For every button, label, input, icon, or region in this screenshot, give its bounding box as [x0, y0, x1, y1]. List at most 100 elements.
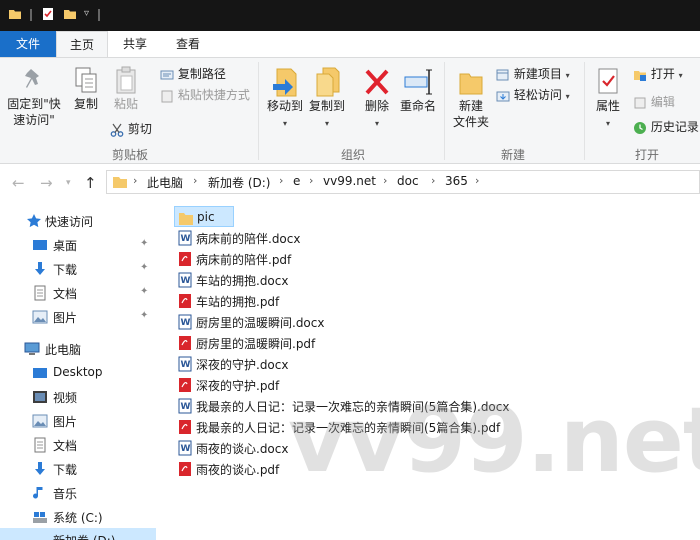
tab-file[interactable]: 文件	[0, 31, 56, 57]
word-file-icon: W	[178, 356, 192, 372]
title-separator	[30, 9, 32, 21]
folder-icon[interactable]	[8, 7, 22, 21]
document-icon	[34, 285, 46, 301]
nav-pc-documents[interactable]: 文档	[0, 433, 156, 457]
breadcrumb-365[interactable]: 365	[445, 174, 468, 188]
file-name: 厨房里的温暖瞬间.docx	[196, 316, 325, 330]
nav-drive-d[interactable]: 新加卷 (D:)	[0, 528, 156, 540]
new-item-button[interactable]: 新建项目 ▾	[496, 66, 570, 84]
breadcrumb-chevron-icon[interactable]: ›	[309, 174, 313, 187]
nav-downloads[interactable]: 下载 ✦	[0, 257, 156, 281]
file-list: pic W 病床前的陪伴.docx 病床前的陪伴.pdf W 车站的拥抱.docx 车站的拥…	[156, 199, 700, 540]
file-name: 我最亲的人日记：记录一次难忘的亲情瞬间(5篇合集).pdf	[196, 421, 501, 435]
new-folder-label-2: 文件夹	[452, 115, 489, 129]
nav-pc-videos[interactable]: 视频	[0, 385, 156, 409]
nav-label: 图片	[53, 415, 78, 429]
copy-path-icon	[160, 70, 174, 79]
file-name: 雨夜的谈心.pdf	[196, 463, 280, 477]
move-to-button[interactable]: 移动到 ▾	[264, 66, 306, 132]
delete-button[interactable]: 删除 ▾	[360, 66, 394, 132]
clipboard-group-label: 剪贴板	[111, 148, 148, 162]
properties-icon[interactable]	[41, 7, 55, 21]
rename-button[interactable]: 重命名	[398, 66, 438, 114]
address-bar[interactable]: › 此电脑 › 新加卷 (D:) › e › vv99.net › doc › …	[106, 170, 700, 194]
breadcrumb-e[interactable]: e	[293, 174, 300, 188]
file-name: 我最亲的人日记：记录一次难忘的亲情瞬间(5篇合集).docx	[196, 400, 510, 414]
file-name: pic	[197, 210, 215, 224]
rename-label: 重命名	[399, 99, 436, 113]
tab-view[interactable]: 查看	[163, 31, 213, 57]
open-button[interactable]: 打开 ▾	[633, 66, 683, 84]
tab-share[interactable]: 共享	[110, 31, 160, 57]
pdf-file-icon	[179, 462, 191, 476]
tab-home[interactable]: 主页	[56, 31, 108, 57]
pin-to-quick-access-button[interactable]: 固定到"快 速访问"	[4, 66, 64, 128]
up-arrow-icon[interactable]: ↑	[84, 174, 97, 192]
nav-pc-downloads[interactable]: 下载	[0, 457, 156, 481]
breadcrumb-doc[interactable]: doc	[397, 174, 419, 188]
breadcrumb-chevron-icon[interactable]: ›	[475, 174, 479, 187]
file-name: 车站的拥抱.pdf	[196, 295, 280, 309]
breadcrumb-chevron-icon[interactable]: ›	[133, 174, 137, 187]
pin-label-2: 速访问"	[13, 113, 55, 127]
nav-label: 文档	[53, 439, 78, 453]
nav-documents[interactable]: 文档 ✦	[0, 281, 156, 305]
nav-desktop[interactable]: 桌面 ✦	[0, 233, 156, 257]
paste-shortcut-icon	[161, 90, 173, 102]
breadcrumb-chevron-icon[interactable]: ›	[383, 174, 387, 187]
breadcrumb-chevron-icon[interactable]: ›	[279, 174, 283, 187]
delete-label: 删除	[364, 99, 389, 113]
easy-access-icon	[496, 91, 510, 101]
computer-icon	[24, 342, 40, 355]
back-arrow-icon[interactable]: ←	[12, 174, 25, 192]
word-file-icon: W	[178, 272, 192, 288]
paste-button[interactable]: 粘贴	[106, 66, 146, 112]
nav-pc-music[interactable]: 音乐	[0, 481, 156, 505]
copy-button[interactable]: 复制	[66, 66, 106, 112]
desktop-icon	[33, 368, 47, 378]
nav-pictures[interactable]: 图片 ✦	[0, 305, 156, 329]
copy-path-button[interactable]: 复制路径	[160, 66, 226, 82]
nav-quick-access[interactable]: 快速访问	[0, 209, 156, 233]
breadcrumb-this-pc[interactable]: 此电脑	[147, 174, 183, 191]
new-item-label: 新建项目	[513, 67, 562, 81]
nav-pc-pictures[interactable]: 图片	[0, 409, 156, 433]
edit-button[interactable]: 编辑	[633, 94, 675, 110]
nav-label: 下载	[53, 463, 78, 477]
nav-label: 此电脑	[45, 343, 82, 357]
pdf-file-icon	[179, 294, 191, 308]
breadcrumb-vv99[interactable]: vv99.net	[323, 174, 376, 188]
new-folder-icon[interactable]	[63, 7, 77, 21]
history-button[interactable]: 历史记录	[633, 119, 699, 135]
pin-icon	[25, 69, 39, 88]
folder-item[interactable]: pic	[174, 206, 234, 227]
title-bar: ▿	[0, 0, 700, 31]
new-folder-button[interactable]: 新建 文件夹	[450, 66, 492, 130]
svg-text:W: W	[181, 360, 191, 370]
breadcrumb-chevron-icon[interactable]: ›	[431, 174, 435, 187]
breadcrumb-chevron-icon[interactable]: ›	[193, 174, 197, 187]
chevron-down-icon: ▾	[282, 119, 287, 128]
document-icon	[34, 437, 46, 453]
nav-this-pc[interactable]: 此电脑	[0, 337, 156, 361]
nav-drive-c[interactable]: 系统 (C:)	[0, 505, 156, 529]
copy-label: 复制	[73, 97, 98, 111]
file-name: 车站的拥抱.docx	[196, 274, 289, 288]
ribbon-tabs: 文件 主页 共享 查看	[0, 31, 700, 57]
cut-button[interactable]: 剪切	[110, 121, 152, 137]
breadcrumb-drive-d[interactable]: 新加卷 (D:)	[208, 174, 270, 191]
copy-to-button[interactable]: 复制到 ▾	[306, 66, 348, 132]
nav-label: 文档	[53, 287, 78, 301]
paste-shortcut-button[interactable]: 粘贴快捷方式	[160, 87, 250, 103]
history-icon	[634, 121, 646, 134]
nav-pc-desktop[interactable]: Desktop	[0, 361, 156, 385]
ribbon: 固定到"快 速访问" 复制 粘贴 复制路径 粘贴快捷方式 剪切 剪贴板 移动到 …	[0, 57, 700, 164]
forward-arrow-icon[interactable]: →	[40, 174, 53, 192]
properties-button[interactable]: 属性 ▾	[588, 66, 628, 132]
easy-access-button[interactable]: 轻松访问 ▾	[496, 87, 570, 105]
svg-text:W: W	[181, 444, 191, 454]
customize-dropdown-icon[interactable]: ▿	[84, 8, 89, 19]
pdf-file-icon	[179, 252, 191, 266]
recent-locations-icon[interactable]: ▾	[66, 178, 71, 188]
svg-text:W: W	[181, 276, 191, 286]
